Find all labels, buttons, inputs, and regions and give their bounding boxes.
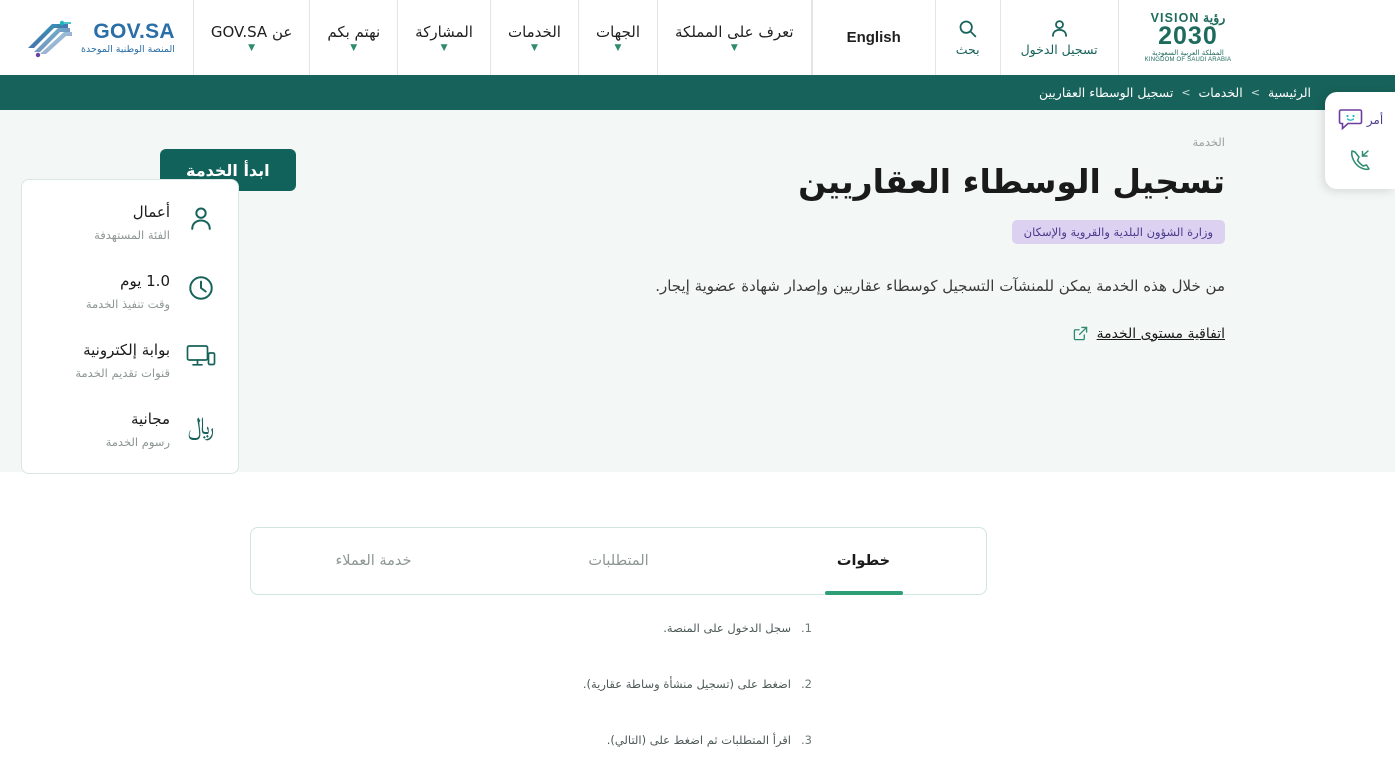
step-number: 1. (801, 621, 812, 635)
chevron-down-icon: ▼ (350, 42, 358, 53)
govsa-logo-mark: GOV.SA المنصة الوطنية الموحدة (22, 18, 175, 58)
vision-2030-logo[interactable]: رؤية VISION 2030 المملكة العربية السعودي… (1117, 0, 1262, 75)
govsa-logo[interactable]: GOV.SA المنصة الوطنية الموحدة (0, 0, 193, 75)
chevron-down-icon: ▼ (440, 42, 448, 53)
site-header: GOV.SA المنصة الوطنية الموحدة تعرف على ا… (0, 0, 1395, 75)
page-title: تسجيل الوسطاء العقاريين (798, 162, 1225, 201)
list-item: 1. سجل الدخول على المنصة. (250, 621, 987, 677)
login-button-label: تسجيل الدخول (1020, 42, 1098, 57)
breadcrumb: الرئيسية > الخدمات > تسجيل الوسطاء العقا… (0, 75, 1395, 110)
chevron-down-icon: ▼ (730, 42, 738, 53)
list-item: 3. اقرأ المتطلبات ثم اضغط على (التالي). (250, 733, 987, 780)
nav-item-services[interactable]: الخدمات ▼ (489, 0, 578, 75)
tab-steps[interactable]: خطوات (741, 528, 986, 594)
info-row-fees: ﷼ مجانية رسوم الخدمة (42, 409, 218, 449)
chevron-down-icon: ▼ (248, 42, 256, 53)
nav-item-participation[interactable]: المشاركة ▼ (397, 0, 490, 75)
floating-assistant-widget: أمر (1325, 92, 1395, 189)
breadcrumb-separator: > (1181, 86, 1191, 99)
chat-bubble-icon (1338, 108, 1363, 131)
nav-item-about-kingdom[interactable]: تعرف على المملكة ▼ (657, 0, 812, 75)
vision-logo-kingdom-ar: المملكة العربية السعودية (1152, 48, 1224, 57)
search-button-label: بحث (955, 42, 980, 57)
external-link-icon[interactable] (1073, 326, 1088, 341)
nav-item-label: نهتم بكم (327, 22, 381, 41)
chevron-down-icon: ▼ (614, 42, 622, 53)
call-back-button[interactable] (1347, 147, 1373, 173)
sla-link-row: اتفاقية مستوى الخدمة (555, 326, 1225, 342)
search-button[interactable]: بحث (934, 0, 1000, 75)
nav-item-label: عن GOV.SA (210, 22, 293, 41)
info-value: 1.0 يوم (120, 272, 170, 290)
nav-item-about-govsa[interactable]: عن GOV.SA ▼ (192, 0, 309, 75)
step-number: 3. (801, 733, 812, 747)
vision-logo-number: 2030 (1158, 21, 1218, 50)
sla-link[interactable]: اتفاقية مستوى الخدمة (1097, 326, 1225, 342)
phone-callback-icon (1351, 150, 1370, 171)
service-details-section: خطوات المتطلبات خدمة العملاء 1. سجل الدخ… (0, 527, 1395, 780)
info-row-target-audience: أعمال الفئة المستهدفة (42, 202, 218, 242)
vision-logo-kingdom-en: KINGDOM OF SAUDI ARABIA (1144, 56, 1232, 63)
chat-assistant-label: أمر (1366, 112, 1384, 127)
info-label: الفئة المستهدفة (94, 228, 170, 242)
info-value: مجانية (130, 410, 170, 428)
service-description: من خلال هذه الخدمة يمكن للمنشآت التسجيل … (655, 277, 1225, 296)
service-eyebrow-label: الخدمة (1192, 135, 1225, 149)
nav-item-label: الجهات (595, 22, 641, 41)
steps-list: 1. سجل الدخول على المنصة. 2. اضغط على (ت… (250, 595, 987, 780)
list-item: 2. اضغط على (تسجيل منشأة وساطة عقارية). (250, 677, 987, 733)
devices-icon (184, 340, 218, 374)
main-navigation: تعرف على المملكة ▼ الجهات ▼ الخدمات ▼ ال… (192, 0, 812, 75)
info-label: رسوم الخدمة (105, 435, 170, 449)
clock-icon (184, 271, 218, 305)
breadcrumb-item-current: تسجيل الوسطاء العقاريين (1039, 85, 1174, 100)
step-number: 2. (801, 677, 812, 691)
service-tabs: خطوات المتطلبات خدمة العملاء (250, 527, 987, 595)
search-icon (959, 20, 977, 38)
govsa-logo-title: GOV.SA (93, 19, 175, 43)
step-text: اضغط على (تسجيل منشأة وساطة عقارية). (582, 677, 791, 691)
nav-item-label: المشاركة (415, 22, 473, 41)
step-text: سجل الدخول على المنصة. (663, 621, 791, 635)
breadcrumb-separator: > (1250, 86, 1260, 99)
nav-item-agencies[interactable]: الجهات ▼ (577, 0, 657, 75)
nav-item-we-care[interactable]: نهتم بكم ▼ (309, 0, 397, 75)
service-summary: الخدمة تسجيل الوسطاء العقاريين وزارة الش… (555, 135, 1235, 342)
info-label: قنوات تقديم الخدمة (75, 366, 170, 380)
info-value: أعمال (132, 203, 170, 221)
language-switch-button[interactable]: English (811, 0, 935, 75)
breadcrumb-item-home[interactable]: الرئيسية (1268, 85, 1311, 100)
info-row-processing-time: 1.0 يوم وقت تنفيذ الخدمة (42, 271, 218, 311)
service-info-card: أعمال الفئة المستهدفة 1.0 يوم وقت تنفيذ … (21, 179, 239, 474)
chevron-down-icon: ▼ (531, 42, 538, 53)
govsa-emblem-icon (28, 20, 72, 57)
nav-item-label: الخدمات (507, 22, 561, 41)
riyal-icon: ﷼ (187, 412, 215, 440)
user-icon (184, 202, 218, 236)
chat-assistant-button[interactable]: أمر (1337, 108, 1383, 132)
info-value: بوابة إلكترونية (83, 341, 170, 359)
nav-item-label: تعرف على المملكة (675, 22, 794, 41)
info-label: وقت تنفيذ الخدمة (85, 297, 170, 311)
login-button[interactable]: تسجيل الدخول (999, 0, 1118, 75)
tab-requirements[interactable]: المتطلبات (496, 528, 741, 594)
info-row-channels: بوابة إلكترونية قنوات تقديم الخدمة (42, 340, 218, 380)
govsa-logo-subtitle: المنصة الوطنية الموحدة (81, 43, 175, 55)
user-icon (1051, 20, 1067, 37)
agency-badge: وزارة الشؤون البلدية والقروية والإسكان (1011, 220, 1225, 245)
breadcrumb-item-services[interactable]: الخدمات (1199, 85, 1243, 100)
tab-customer-service[interactable]: خدمة العملاء (251, 528, 496, 594)
step-text: اقرأ المتطلبات ثم اضغط على (التالي). (606, 733, 791, 747)
